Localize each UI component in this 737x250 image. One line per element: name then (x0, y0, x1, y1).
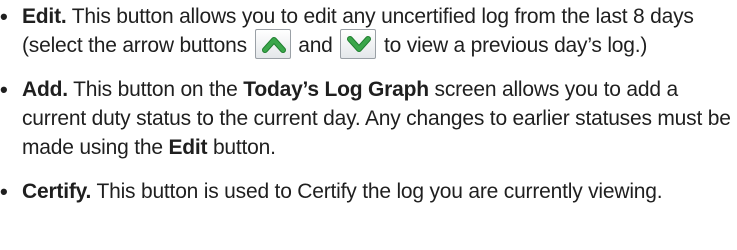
certify-description: This button is used to Certify the log y… (91, 180, 663, 203)
term-certify: Certify. (22, 180, 92, 203)
term-edit: Edit. (22, 5, 67, 28)
term-add: Add. (22, 78, 68, 101)
add-description-part-1: This button on the (67, 78, 244, 101)
chevron-down-icon-graphic (347, 36, 372, 53)
edit-label: Edit (168, 136, 208, 159)
edit-description-part-3: to view a previous day’s log.) (378, 34, 648, 57)
list-item-certify: • Certify. This button is used to Certif… (0, 177, 737, 206)
chevron-up-icon[interactable] (254, 29, 291, 60)
bullet: • (0, 77, 8, 102)
list-item-add: • Add. This button on the Today’s Log Gr… (0, 75, 737, 162)
bullet-list: • Edit. This button allows you to edit a… (0, 0, 737, 206)
edit-description-part-2: and (292, 34, 339, 57)
list-item-edit: • Edit. This button allows you to edit a… (0, 2, 737, 60)
bullet: • (0, 4, 8, 29)
chevron-down-icon[interactable] (340, 29, 377, 60)
todays-log-graph-label: Today’s Log Graph (243, 78, 429, 101)
chevron-up-icon-graphic (261, 37, 286, 54)
add-description-part-3: button. (207, 136, 276, 159)
bullet: • (0, 179, 8, 204)
